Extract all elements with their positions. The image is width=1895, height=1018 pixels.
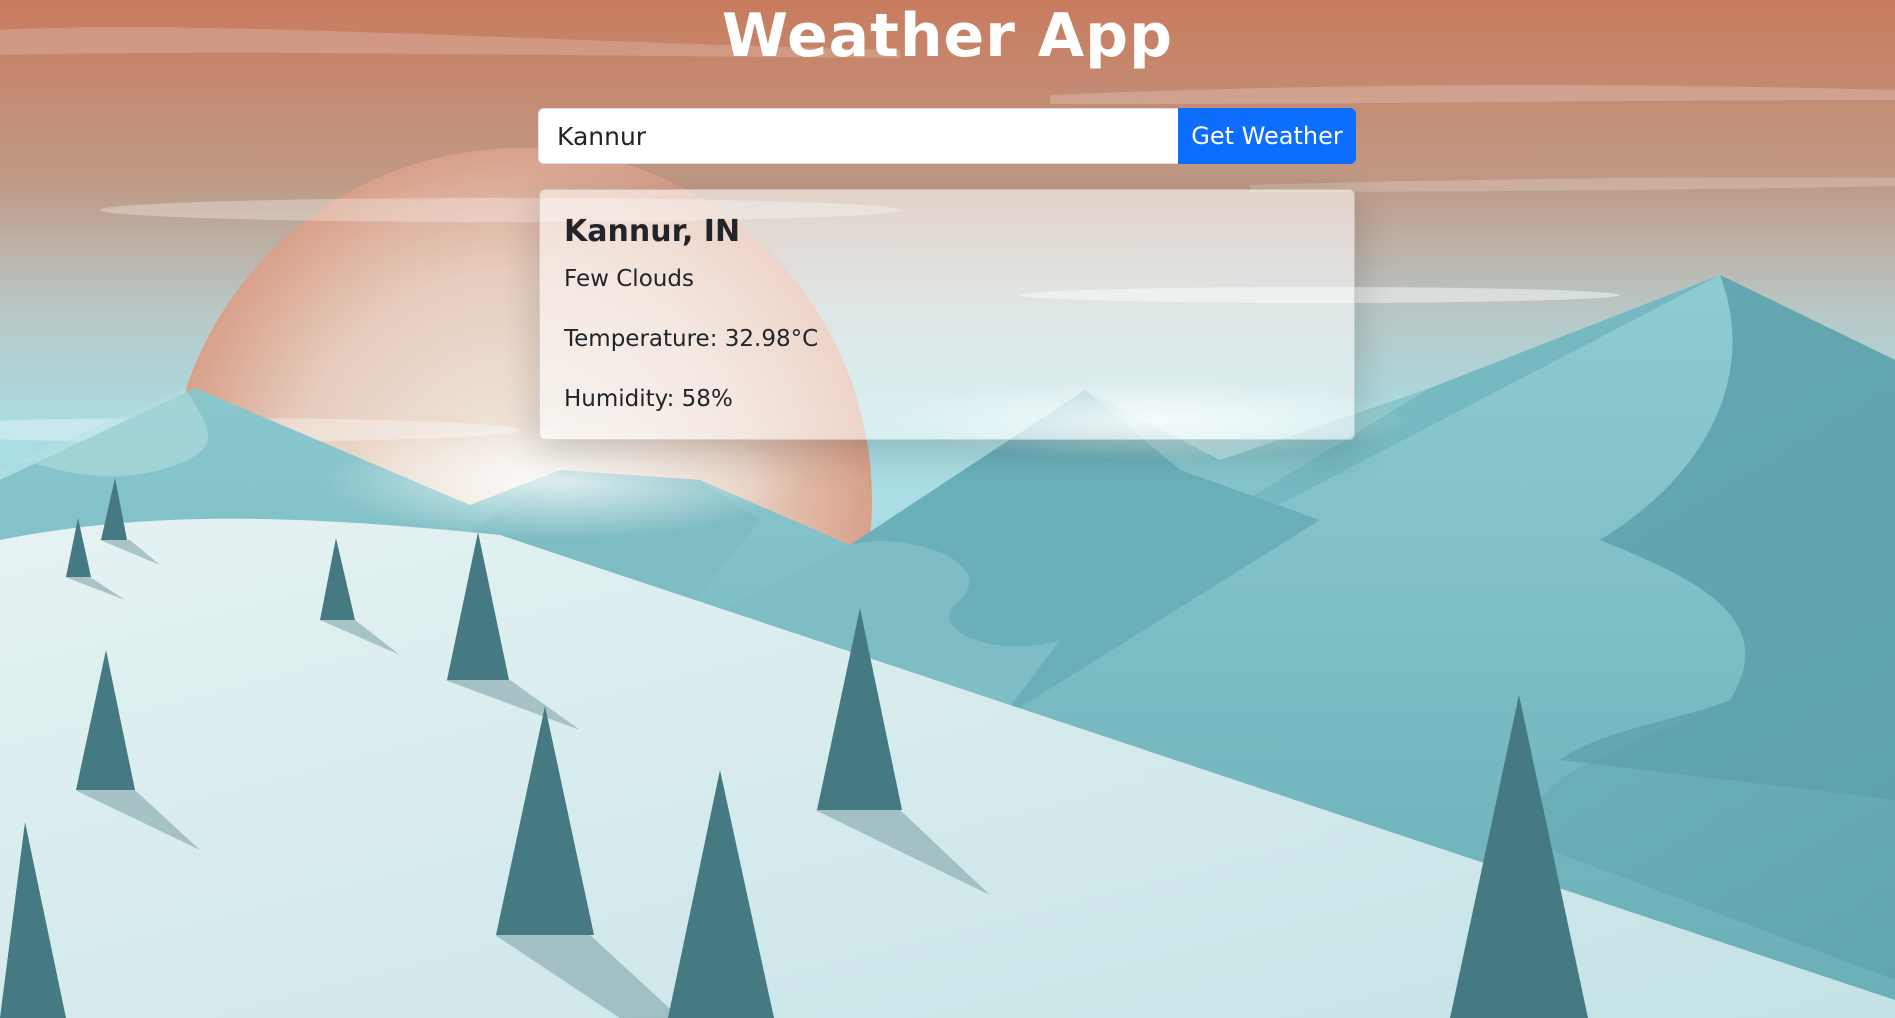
weather-temperature: Temperature: 32.98°C [564, 326, 819, 352]
app-title: Weather App [721, 1, 1174, 71]
weather-location: Kannur, IN [564, 214, 741, 249]
weather-description: Few Clouds [564, 266, 694, 292]
weather-humidity: Humidity: 58% [564, 386, 733, 412]
weather-result-card: Kannur, IN Few Clouds Temperature: 32.98… [539, 189, 1355, 440]
search-form: Get Weather [538, 108, 1356, 164]
get-weather-button[interactable]: Get Weather [1178, 108, 1356, 164]
weather-app-page: Weather App Get Weather Kannur, IN Few C… [0, 0, 1895, 1018]
city-search-input[interactable] [538, 108, 1178, 164]
